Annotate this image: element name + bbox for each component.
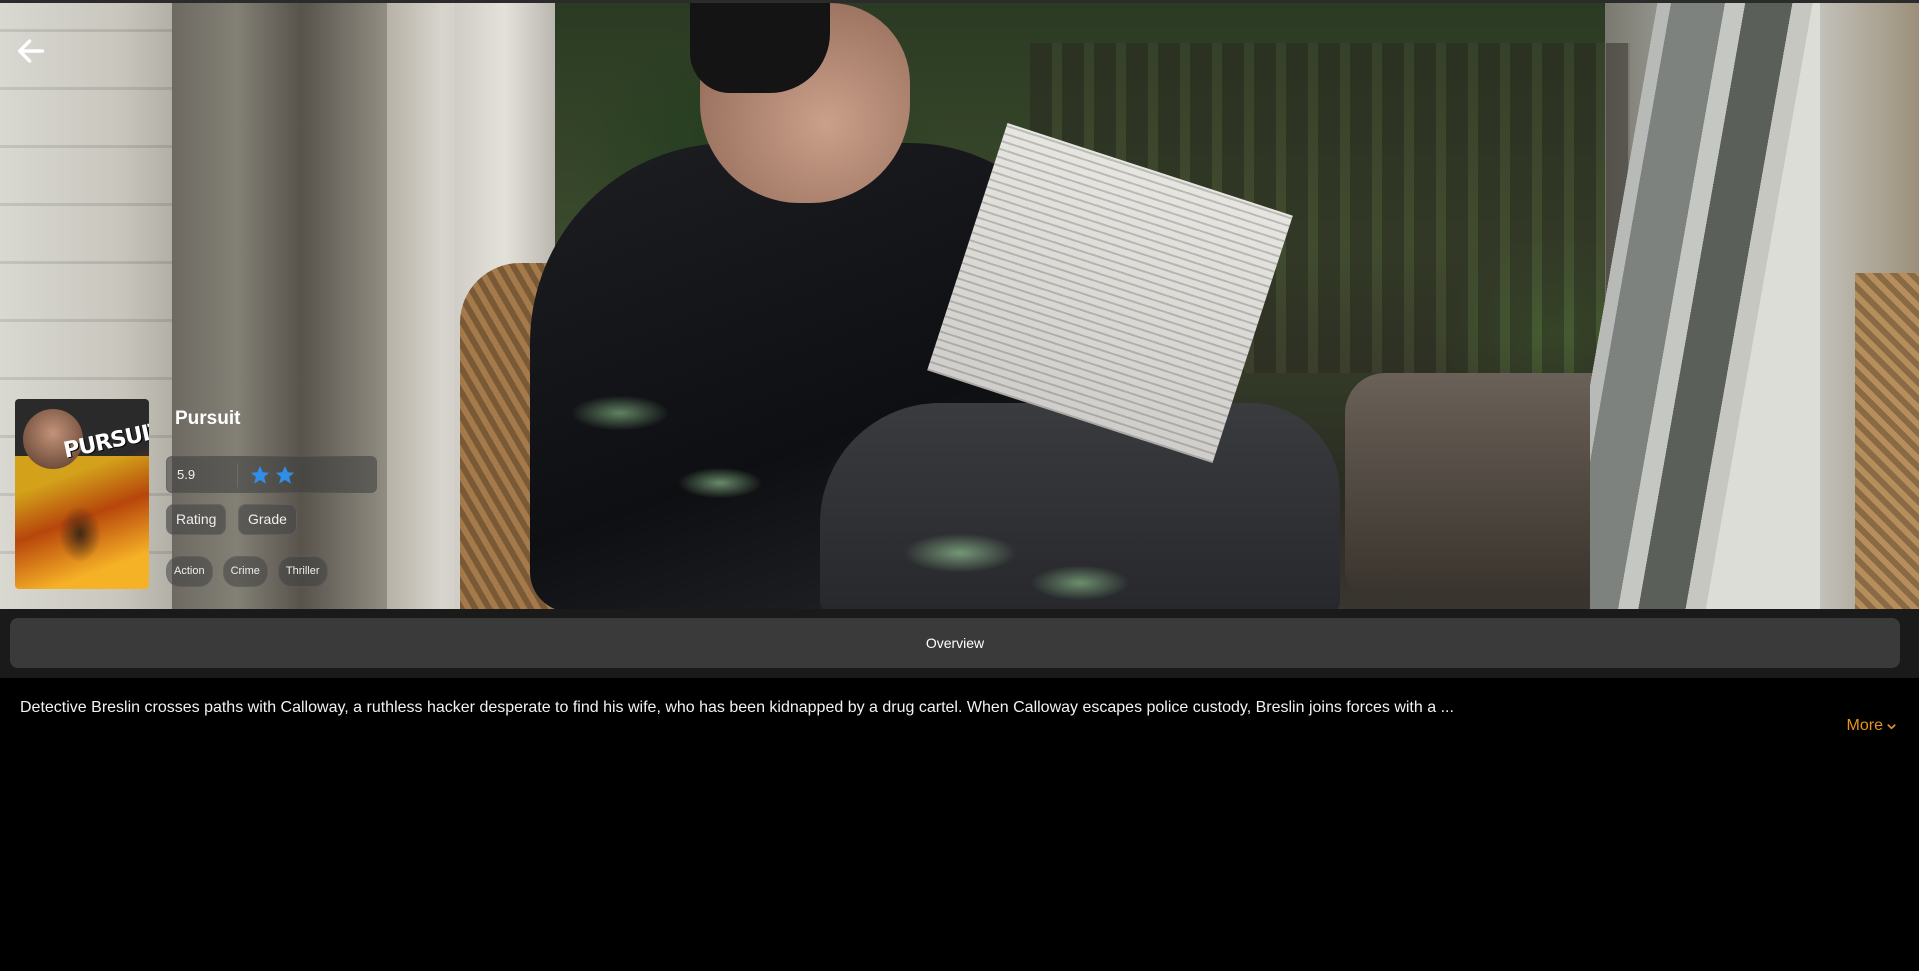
- star-icon: [275, 465, 295, 484]
- backdrop-leaves: [520, 373, 1180, 609]
- rating-divider: [237, 463, 238, 487]
- back-button[interactable]: [14, 34, 48, 68]
- genre-chip-thriller[interactable]: Thriller: [277, 556, 328, 587]
- backdrop-door: [1590, 3, 1820, 609]
- tab-bar: Overview: [0, 609, 1919, 678]
- movie-title: Pursuit: [175, 408, 241, 429]
- more-label: More: [1846, 717, 1883, 734]
- genre-list: Action Crime Thriller: [166, 556, 328, 587]
- backdrop-planter: [1345, 373, 1630, 593]
- backdrop-chair-right: [1855, 273, 1919, 609]
- genre-chip-crime[interactable]: Crime: [222, 556, 268, 587]
- star-icon: [250, 465, 270, 484]
- rating-box: 5.9: [166, 456, 377, 493]
- movie-poster: PURSUIT: [15, 399, 149, 589]
- chevron-down-icon: [1887, 723, 1896, 729]
- more-button[interactable]: More: [1847, 717, 1897, 735]
- rating-stars: [249, 464, 296, 486]
- grade-button[interactable]: Grade: [238, 504, 297, 535]
- arrow-left-icon: [17, 39, 45, 63]
- genre-chip-action[interactable]: Action: [166, 556, 213, 587]
- poster-figure: [35, 494, 125, 574]
- rating-button[interactable]: Rating: [166, 504, 227, 535]
- overview-text: Detective Breslin crosses paths with Cal…: [20, 699, 1454, 716]
- rating-score: 5.9: [177, 467, 196, 482]
- tab-overview[interactable]: Overview: [10, 618, 1900, 668]
